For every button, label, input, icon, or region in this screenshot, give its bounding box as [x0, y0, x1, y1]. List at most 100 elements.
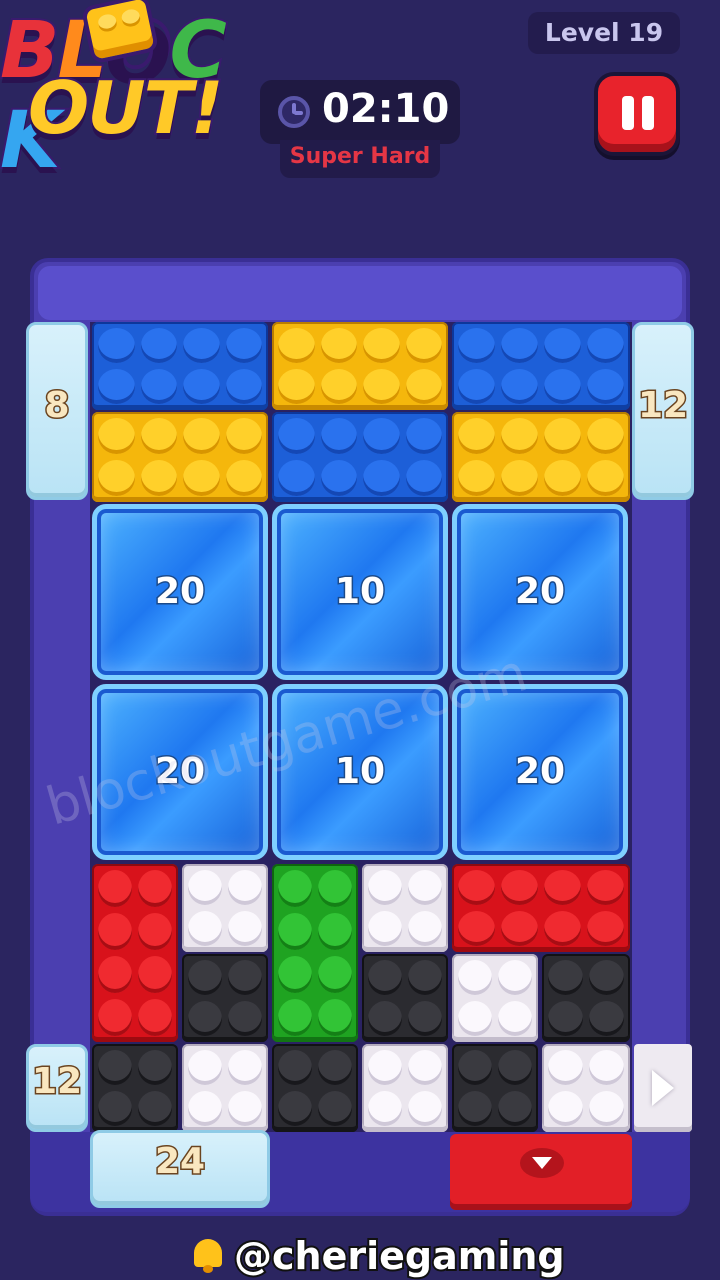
brick-stud: [138, 1050, 172, 1085]
brick-stud: [368, 870, 402, 905]
brick-studs: [182, 954, 268, 1042]
brick-stud: [458, 870, 495, 905]
bell-icon: [190, 1237, 226, 1275]
brick-stud: [278, 369, 315, 404]
brick-stud: [278, 999, 312, 1036]
brick-studs: [92, 1044, 178, 1132]
brick-stud: [188, 1091, 222, 1126]
brick-stud: [544, 328, 581, 363]
brick-stud: [188, 911, 222, 946]
clock-icon: [278, 96, 310, 128]
brick-stud: [228, 870, 262, 905]
brick-stud: [320, 418, 357, 454]
lego-brick-white[interactable]: [362, 1044, 448, 1132]
brick-stud: [587, 870, 624, 905]
brick-stud: [501, 418, 538, 454]
gate-count: 12: [30, 1060, 83, 1104]
lego-brick-white[interactable]: [182, 864, 268, 952]
brick-stud: [183, 328, 220, 363]
brick-stud: [363, 328, 400, 363]
lego-brick-white[interactable]: [182, 1044, 268, 1132]
lego-brick-yellow[interactable]: [92, 412, 268, 502]
brick-stud: [98, 460, 135, 496]
ice-gate-right-top: 12: [632, 322, 694, 500]
brick-stud: [278, 1091, 312, 1126]
brick-stud: [278, 418, 315, 454]
lego-brick-red[interactable]: [452, 864, 630, 952]
lego-brick-black[interactable]: [452, 1044, 538, 1132]
brick-stud: [320, 369, 357, 404]
brick-stud: [98, 369, 135, 404]
brick-stud: [228, 960, 262, 995]
brick-stud: [228, 911, 262, 946]
brick-stud: [138, 999, 172, 1036]
brick-stud: [548, 1001, 583, 1036]
ice-gate-left-bottom: 12: [26, 1044, 88, 1132]
brick-stud: [589, 1091, 624, 1126]
brick-stud: [318, 956, 352, 993]
brick-stud: [405, 418, 442, 454]
brick-stud: [587, 328, 624, 363]
brick-stud: [183, 418, 220, 454]
ice-count: 20: [153, 570, 206, 614]
brick-stud: [408, 870, 442, 905]
lego-brick-green[interactable]: [272, 864, 358, 1042]
lego-brick-white[interactable]: [542, 1044, 630, 1132]
brick-stud: [458, 369, 495, 404]
brick-stud: [587, 418, 624, 454]
lego-brick-black[interactable]: [542, 954, 630, 1042]
brick-studs: [452, 1044, 538, 1132]
brick-studs: [272, 322, 448, 410]
ice-count: 20: [513, 750, 566, 794]
exit-gate-white: [634, 1044, 692, 1132]
brick-stud: [183, 460, 220, 496]
brick-stud: [278, 460, 315, 496]
gate-count: 12: [636, 384, 689, 428]
brick-stud: [587, 911, 624, 946]
ice-gate-bottom-left: 24: [90, 1130, 270, 1208]
brick-stud: [368, 1001, 402, 1036]
brick-stud: [318, 1091, 352, 1126]
brick-stud: [368, 960, 402, 995]
brick-stud: [368, 1091, 402, 1126]
brick-stud: [98, 913, 132, 950]
brick-stud: [363, 418, 400, 454]
lego-brick-blue[interactable]: [452, 322, 630, 410]
brick-studs: [272, 1044, 358, 1132]
lego-brick-blue[interactable]: [272, 412, 448, 502]
brick-stud: [138, 956, 172, 993]
lego-brick-white[interactable]: [452, 954, 538, 1042]
brick-stud: [589, 960, 624, 995]
lego-brick-white[interactable]: [362, 864, 448, 952]
brick-stud: [363, 369, 400, 404]
lego-brick-yellow[interactable]: [272, 322, 448, 410]
brick-studs: [272, 864, 358, 1042]
lego-brick-black[interactable]: [272, 1044, 358, 1132]
brick-stud: [98, 418, 135, 454]
brick-stud: [140, 328, 177, 363]
lego-brick-black[interactable]: [92, 1044, 178, 1132]
brick-stud: [138, 870, 172, 907]
brick-stud: [501, 328, 538, 363]
brick-studs: [92, 412, 268, 502]
lego-brick-red[interactable]: [92, 864, 178, 1042]
brick-stud: [225, 369, 262, 404]
brick-stud: [228, 1050, 262, 1085]
brick-stud: [544, 369, 581, 404]
brick-stud: [405, 328, 442, 363]
pause-button[interactable]: [594, 72, 680, 156]
brick-studs: [452, 412, 630, 502]
brick-stud: [188, 870, 222, 905]
lego-brick-black[interactable]: [182, 954, 268, 1042]
brick-studs: [362, 1044, 448, 1132]
brick-stud: [408, 911, 442, 946]
brick-stud: [589, 1001, 624, 1036]
brick-stud: [458, 418, 495, 454]
brick-stud: [458, 911, 495, 946]
gate-count: 8: [43, 384, 71, 428]
lego-brick-blue[interactable]: [92, 322, 268, 410]
lego-brick-black[interactable]: [362, 954, 448, 1042]
brick-studs: [452, 864, 630, 952]
brick-stud: [188, 960, 222, 995]
lego-brick-yellow[interactable]: [452, 412, 630, 502]
